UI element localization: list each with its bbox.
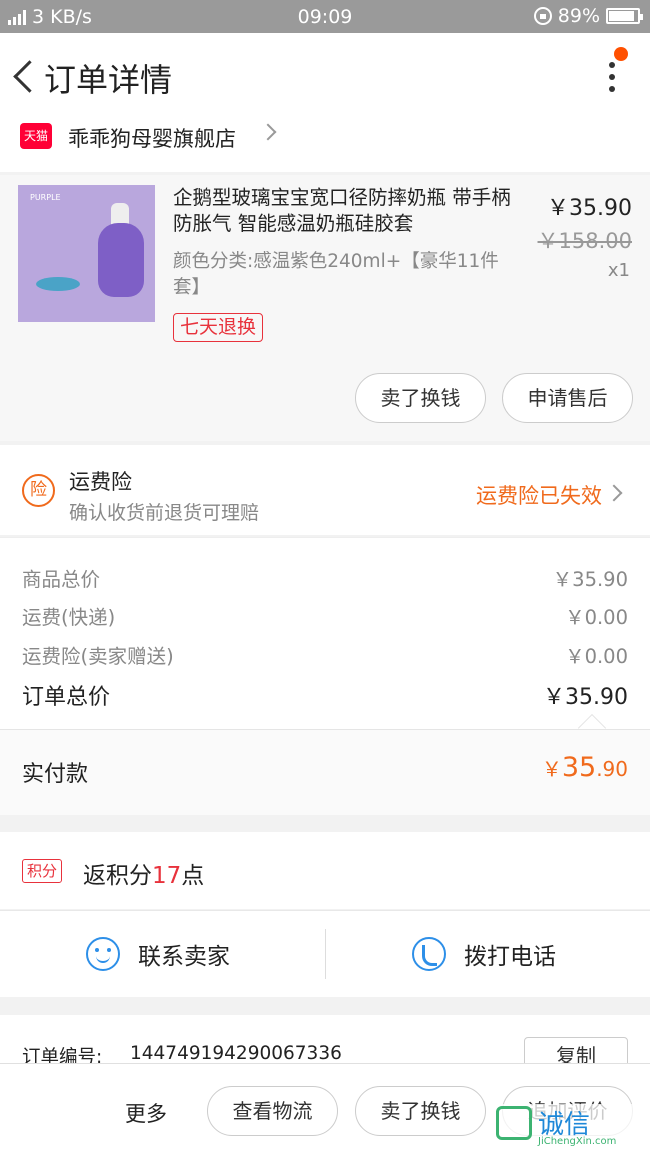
points-text: 返积分17点 (83, 856, 204, 890)
back-icon[interactable] (10, 57, 38, 97)
currency-symbol: ￥ (541, 757, 562, 781)
points-row: 积分 返积分17点 (0, 832, 650, 909)
sell-for-cash-bottom-button[interactable]: 卖了换钱 (355, 1086, 486, 1136)
order-number-value: 1447491942900673​36 (130, 1043, 342, 1064)
price-row-goods: 商品总价 ￥35.90 (22, 563, 628, 592)
product-price: ￥35.90 (547, 196, 632, 221)
paid-value: ￥35.90 (542, 752, 628, 783)
price-row-label: 运费(快递) (22, 606, 116, 629)
status-bar: 3 KB/s 09:09 89% (0, 0, 650, 33)
divider (325, 929, 326, 979)
contact-seller-button[interactable]: 联系卖家 (86, 929, 230, 979)
insurance-status: 运费险已失效 (476, 484, 602, 508)
price-row-shipping: 运费(快递) ￥0.00 (22, 601, 628, 630)
points-suffix: 点 (181, 863, 205, 889)
product-title[interactable]: 企鹅型玻璃宝宝宽口径防摔奶瓶 带手柄防胀气 智能感温奶瓶硅胶套 (173, 185, 513, 237)
insurance-title: 运费险 (69, 470, 132, 494)
insurance-icon: 险 (22, 474, 55, 507)
price-row-value: ￥0.00 (565, 645, 628, 668)
product-image[interactable]: PURPLE (18, 185, 155, 322)
product-original-price: ￥158.00 (537, 229, 632, 253)
product-quantity: x1 (607, 260, 630, 281)
sell-for-cash-button[interactable]: 卖了换钱 (355, 373, 486, 423)
nav-bar: 订单详情 (0, 33, 650, 120)
shipping-insurance-row[interactable]: 险 运费险 确认收货前退货可理赔 运费险已失效 (0, 445, 650, 535)
price-row-label: 商品总价 (22, 568, 101, 591)
points-prefix: 返积分 (83, 863, 152, 889)
product-item[interactable]: PURPLE 企鹅型玻璃宝宝宽口径防摔奶瓶 带手柄防胀气 智能感温奶瓶硅胶套 颜… (0, 175, 650, 441)
contact-row: 联系卖家 拨打电话 (0, 910, 650, 997)
paid-integer: 35 (561, 752, 597, 783)
order-total-row: 订单总价 ￥35.90 (22, 679, 628, 711)
product-image-label: PURPLE (30, 193, 61, 202)
page-title: 订单详情 (44, 61, 173, 99)
watermark-logo: 诚信 JiChengXin.com (494, 1104, 644, 1152)
battery-level (609, 11, 634, 21)
call-phone-label: 拨打电话 (464, 944, 556, 970)
contact-seller-label: 联系卖家 (138, 944, 230, 970)
points-tag: 积分 (22, 859, 63, 883)
phone-icon (412, 937, 446, 971)
watermark-icon (496, 1106, 532, 1140)
more-menu-icon[interactable] (606, 59, 618, 99)
shop-row[interactable]: 天猫 乖乖狗母婴旗舰店 (0, 120, 650, 172)
battery-icon (606, 8, 643, 24)
chevron-right-icon (605, 484, 623, 502)
view-logistics-button[interactable]: 查看物流 (207, 1086, 338, 1136)
more-actions-button[interactable]: 更多 (125, 1098, 167, 1128)
chevron-right-icon (259, 123, 277, 141)
points-number: 17 (152, 863, 182, 889)
rotation-lock-icon (533, 7, 552, 25)
paid-amount-row: 实付款 ￥35.90 (0, 729, 650, 815)
order-total-label: 订单总价 (22, 685, 111, 710)
paid-label: 实付款 (22, 762, 89, 787)
insurance-subtitle: 确认收货前退货可理赔 (69, 502, 260, 524)
chat-smile-icon (86, 937, 120, 971)
status-right: 89% (533, 5, 643, 27)
product-sku: 颜色分类:感温紫色240ml+【豪华11件套】 (173, 251, 499, 298)
price-row-value: ￥0.00 (565, 606, 628, 629)
after-sales-button[interactable]: 申请售后 (502, 373, 633, 423)
shop-name[interactable]: 乖乖狗母婴旗舰店 (68, 123, 236, 153)
notification-dot (614, 47, 628, 61)
tmall-badge: 天猫 (20, 123, 52, 149)
price-row-label: 运费险(卖家赠送) (22, 645, 174, 668)
battery-percent: 89% (557, 5, 600, 27)
call-phone-button[interactable]: 拨打电话 (412, 929, 556, 979)
price-row-insurance: 运费险(卖家赠送) ￥0.00 (22, 640, 628, 669)
price-row-value: ￥35.90 (552, 568, 628, 591)
watermark-subtext: JiChengXin.com (538, 1136, 617, 1147)
paid-decimal: .90 (596, 757, 628, 781)
order-total-value: ￥35.90 (543, 685, 628, 710)
price-summary: 商品总价 ￥35.90 运费(快递) ￥0.00 运费险(卖家赠送) ￥0.00… (0, 537, 650, 743)
return-policy-tag: 七天退换 (173, 313, 264, 342)
